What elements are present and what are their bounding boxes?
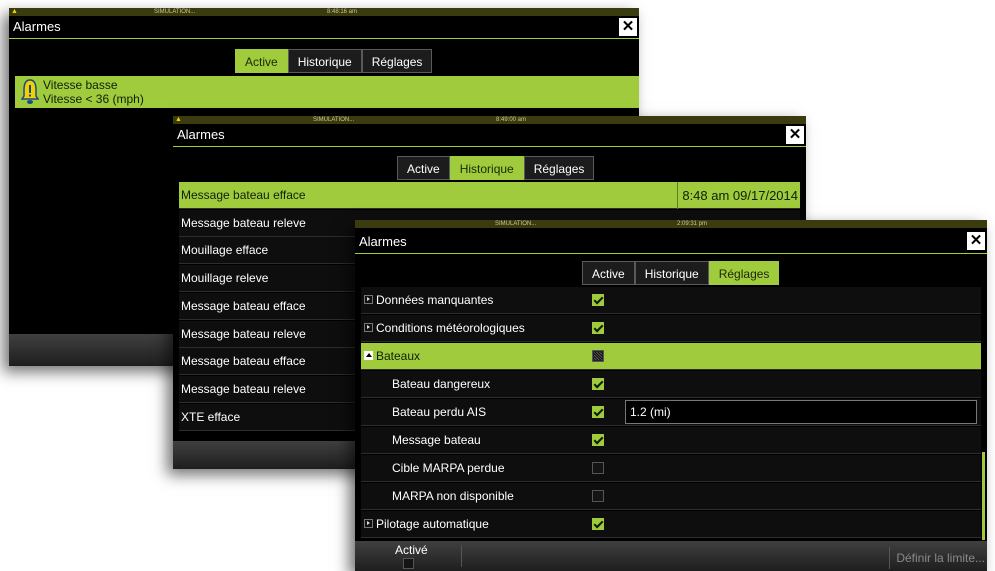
set-limit-button[interactable]: Définir la limite... — [889, 547, 985, 569]
warning-icon: ▲ — [175, 116, 182, 123]
expand-icon[interactable] — [364, 295, 373, 304]
title-bar: Alarmes ✕ — [173, 124, 806, 147]
settings-row-message-bateau[interactable]: Message bateau — [361, 427, 981, 454]
history-row-label: Message bateau efface — [181, 299, 306, 313]
enable-checkbox[interactable] — [592, 294, 604, 306]
tab-reglages[interactable]: Réglages — [708, 261, 780, 285]
close-button[interactable]: ✕ — [967, 232, 985, 250]
history-row-label: Message bateau efface — [181, 354, 306, 368]
clock: 8:49:00 am — [496, 117, 527, 123]
settings-row-bateau-perdu-ais[interactable]: Bateau perdu AIS 1.2 (mi) — [361, 399, 981, 426]
collapse-icon[interactable] — [364, 351, 373, 360]
bell-warning-icon — [21, 79, 39, 104]
settings-row-donnees-manquantes[interactable]: Données manquantes — [361, 287, 981, 314]
tab-historique[interactable]: Historique — [634, 261, 709, 285]
tab-active[interactable]: Active — [397, 156, 450, 180]
tab-historique[interactable]: Historique — [287, 49, 362, 73]
history-row-time: 8:48 am 09/17/2014 — [677, 182, 798, 209]
window-title: Alarmes — [359, 234, 407, 249]
history-row-label: Message bateau releve — [181, 382, 306, 396]
alarms-window-settings: SIMULATION... 2:09:31 pm Alarmes ✕ Activ… — [355, 220, 987, 571]
settings-row-bateaux[interactable]: Bateaux — [361, 343, 981, 370]
settings-row-label: Cible MARPA perdue — [392, 461, 505, 475]
alarm-detail: Vitesse < 36 (mph) — [43, 92, 144, 106]
history-row-label: Message bateau releve — [181, 216, 306, 230]
warning-icon: ▲ — [11, 8, 18, 15]
settings-row-pilotage-automatique[interactable]: Pilotage automatique — [361, 511, 981, 538]
status-bar: ▲ SIMULATION... 8:48:16 am — [9, 8, 639, 16]
status-bar: SIMULATION... 2:09:31 pm — [355, 220, 987, 228]
enabled-label: Activé — [395, 543, 428, 557]
enable-checkbox[interactable] — [592, 350, 604, 362]
history-row-label: Mouillage releve — [181, 271, 269, 285]
footer-divider — [461, 545, 462, 567]
close-button[interactable]: ✕ — [619, 18, 637, 36]
simulation-label: SIMULATION... — [313, 117, 355, 123]
enable-checkbox[interactable] — [592, 518, 604, 530]
close-button[interactable]: ✕ — [786, 126, 804, 144]
clock: 8:48:16 am — [327, 9, 358, 15]
footer-bar: Activé Définir la limite... — [355, 541, 987, 571]
title-bar: Alarmes ✕ — [355, 228, 987, 254]
window-title: Alarmes — [177, 127, 225, 142]
tab-active[interactable]: Active — [582, 261, 635, 285]
settings-row-label: Bateau dangereux — [392, 377, 491, 391]
history-row-label: Message bateau efface — [181, 188, 306, 202]
enable-checkbox[interactable] — [592, 406, 604, 418]
scrollbar[interactable] — [982, 452, 985, 540]
settings-row-label: Message bateau — [392, 433, 481, 447]
tab-reglages[interactable]: Réglages — [361, 49, 433, 73]
history-row-label: Mouillage efface — [181, 243, 269, 257]
tab-historique[interactable]: Historique — [449, 156, 524, 180]
settings-row-label: MARPA non disponible — [392, 489, 514, 503]
settings-row-label: Données manquantes — [376, 293, 494, 307]
history-row-label: Message bateau releve — [181, 327, 306, 341]
settings-row-bateau-dangereux[interactable]: Bateau dangereux — [361, 371, 981, 398]
enable-checkbox[interactable] — [592, 462, 604, 474]
simulation-label: SIMULATION... — [495, 221, 537, 227]
close-icon: ✕ — [788, 126, 802, 143]
settings-row-cible-marpa-perdue[interactable]: Cible MARPA perdue — [361, 455, 981, 482]
history-row[interactable]: Message bateau efface 8:48 am 09/17/2014 — [179, 182, 800, 209]
limit-value-field[interactable]: 1.2 (mi) — [625, 400, 977, 424]
title-bar: Alarmes ✕ — [9, 16, 639, 39]
active-alarm-row[interactable]: Vitesse basse Vitesse < 36 (mph) — [15, 76, 639, 108]
tab-bar: Active Historique Réglages — [397, 156, 595, 180]
history-row-label: XTE efface — [181, 410, 241, 424]
enabled-checkbox[interactable] — [403, 558, 414, 569]
settings-row-marpa-non-disponible[interactable]: MARPA non disponible — [361, 483, 981, 510]
settings-row-label: Conditions météorologiques — [376, 321, 525, 335]
settings-row-label: Bateau perdu AIS — [392, 405, 487, 419]
settings-row-conditions-meteo[interactable]: Conditions météorologiques — [361, 315, 981, 342]
alarm-title: Vitesse basse — [43, 78, 118, 92]
clock: 2:09:31 pm — [677, 221, 708, 227]
enable-checkbox[interactable] — [592, 322, 604, 334]
settings-row-label: Bateaux — [376, 349, 421, 363]
set-limit-label: Définir la limite... — [896, 551, 985, 565]
limit-value: 1.2 (mi) — [630, 405, 671, 419]
enable-checkbox[interactable] — [592, 378, 604, 390]
status-bar: ▲ SIMULATION... 8:49:00 am — [173, 116, 806, 124]
enable-checkbox[interactable] — [592, 434, 604, 446]
close-icon: ✕ — [621, 18, 635, 35]
expand-icon[interactable] — [364, 519, 373, 528]
tab-bar: Active Historique Réglages — [235, 49, 433, 73]
enable-checkbox[interactable] — [592, 490, 604, 502]
tab-reglages[interactable]: Réglages — [523, 156, 595, 180]
simulation-label: SIMULATION... — [154, 9, 196, 15]
settings-row-label: Pilotage automatique — [376, 517, 489, 531]
expand-icon[interactable] — [364, 323, 373, 332]
tab-active[interactable]: Active — [235, 49, 288, 73]
window-title: Alarmes — [13, 19, 61, 34]
tab-bar: Active Historique Réglages — [582, 261, 780, 285]
close-icon: ✕ — [969, 232, 983, 249]
